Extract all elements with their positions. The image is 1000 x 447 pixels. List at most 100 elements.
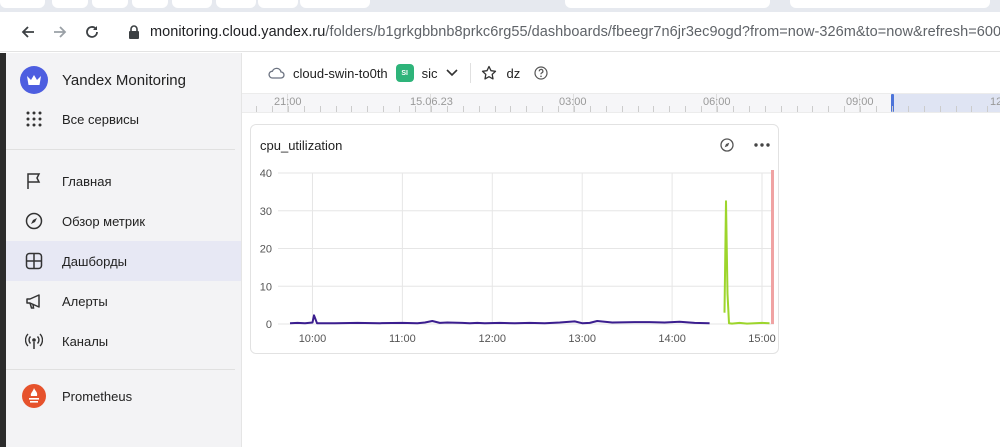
timeline-minor-tick	[367, 106, 368, 112]
browser-tab[interactable]	[0, 0, 45, 8]
reload-icon	[86, 26, 98, 38]
timeline-minor-tick	[558, 106, 559, 112]
sidebar-item-label: Prometheus	[62, 388, 133, 404]
timeline-minor-tick	[971, 106, 972, 112]
broadcast-icon	[22, 329, 46, 353]
browser-tab[interactable]	[300, 0, 370, 8]
x-tick-label: 11:00	[389, 333, 416, 345]
timeline-minor-tick	[479, 106, 480, 112]
prometheus-icon	[22, 384, 46, 408]
timeline-minor-tick	[844, 106, 845, 112]
all-services-button[interactable]: Все сервисы	[6, 99, 241, 139]
crown-logo-icon	[20, 66, 48, 94]
timeline-minor-tick	[876, 106, 877, 112]
url-field[interactable]: monitoring.cloud.yandex.ru/folders/b1grk…	[128, 20, 1000, 44]
timeline-minor-tick	[685, 106, 686, 112]
time-navigator[interactable]: 21:00 15.06.23 03:00 06:00 09:00 12	[242, 93, 1000, 113]
timeline-minor-tick	[336, 106, 337, 112]
explore-compass-icon[interactable]	[716, 134, 738, 156]
timeline-minor-tick	[542, 106, 543, 112]
url-host: monitoring.cloud.yandex.ru	[150, 24, 326, 40]
browser-tab[interactable]	[565, 0, 770, 8]
chart-widget: cpu_utilization 0 10 20 30 40 10:00 11:00 12:00…	[250, 124, 779, 354]
cloud-name: cloud-swin-to0th	[293, 65, 388, 81]
y-tick-label: 20	[260, 244, 272, 256]
timeline-minor-tick	[622, 106, 623, 112]
timeline-label: 12	[990, 96, 1000, 108]
window-edge	[0, 53, 6, 447]
timeline-minor-tick	[272, 106, 273, 112]
timeline-minor-tick	[653, 106, 654, 112]
timeline-minor-tick	[749, 106, 750, 112]
compass-icon	[22, 209, 46, 233]
more-menu-icon[interactable]	[751, 134, 773, 156]
sidebar-divider	[6, 149, 235, 150]
timeline-minor-tick	[733, 106, 734, 112]
browser-tab[interactable]	[92, 0, 128, 8]
megaphone-icon	[22, 289, 46, 313]
timeline-minor-tick	[431, 106, 432, 112]
sidebar-item-prometheus[interactable]: Prometheus	[6, 376, 241, 416]
timeline-minor-tick	[526, 106, 527, 112]
forward-button[interactable]	[48, 20, 72, 44]
timeline-minor-tick	[860, 106, 861, 112]
brand[interactable]: Yandex Monitoring	[20, 66, 186, 94]
timeline-minor-tick	[383, 106, 384, 112]
timeline-minor-tick	[940, 106, 941, 112]
lock-icon	[128, 25, 140, 39]
header-divider	[469, 63, 471, 83]
browser-tab[interactable]	[132, 0, 168, 8]
timeline-minor-tick	[812, 106, 813, 112]
sidebar: Yandex Monitoring Все сервисы Главная Об…	[0, 53, 242, 447]
breadcrumb-cloud[interactable]: cloud-swin-to0th	[268, 66, 388, 81]
series-line-1	[723, 200, 770, 325]
x-tick-label: 14:00	[658, 333, 686, 345]
timeline-minor-tick	[351, 106, 352, 112]
browser-tab[interactable]	[216, 0, 256, 8]
sidebar-item-channels[interactable]: Каналы	[6, 321, 241, 361]
browser-tab[interactable]	[52, 0, 88, 8]
browser-tab[interactable]	[172, 0, 212, 8]
sidebar-item-alerts[interactable]: Алерты	[6, 281, 241, 321]
browser-tab[interactable]	[790, 0, 990, 8]
sidebar-item-label: Главная	[62, 173, 112, 189]
x-tick-label: 13:00	[568, 333, 596, 345]
timeline-minor-tick	[765, 106, 766, 112]
timeline-minor-tick	[495, 106, 496, 112]
timeline-minor-tick	[415, 106, 416, 112]
sidebar-item-label: Дашборды	[62, 253, 127, 269]
dashboard-canvas: cpu_utilization 0 10 20 30 40 10:00 11:00 12:00…	[242, 114, 1000, 447]
timeline-minor-tick	[669, 106, 670, 112]
sidebar-item-metrics[interactable]: Обзор метрик	[6, 201, 241, 241]
back-button[interactable]	[16, 20, 40, 44]
timeline-minor-tick	[510, 106, 511, 112]
dashboard-header: cloud-swin-to0th SI sic dz	[242, 53, 1000, 93]
folder-name: sic	[421, 65, 438, 81]
x-tick-label: 15:00	[748, 333, 776, 345]
browser-tab-strip	[0, 0, 1000, 12]
dashboard-grid-icon	[22, 249, 46, 273]
sidebar-item-dashboards[interactable]: Дашборды	[6, 241, 241, 281]
star-icon[interactable]	[481, 65, 497, 81]
sidebar-item-home[interactable]: Главная	[6, 161, 241, 201]
timeline-minor-tick	[797, 106, 798, 112]
timeline-minor-tick	[908, 106, 909, 112]
x-tick-label: 10:00	[299, 333, 327, 345]
timeline-minor-tick	[638, 106, 639, 112]
flag-icon	[22, 169, 46, 193]
y-tick-label: 0	[266, 319, 272, 331]
brand-name: Yandex Monitoring	[62, 71, 186, 89]
help-icon[interactable]	[534, 66, 548, 80]
browser-tab[interactable]	[258, 0, 298, 8]
grid-dots-icon	[22, 107, 46, 131]
series-line-0	[289, 314, 710, 325]
timeline-minor-tick	[574, 106, 575, 112]
breadcrumb-folder[interactable]: SI sic	[395, 64, 458, 82]
timeline-minor-tick	[987, 106, 988, 112]
timeline-minor-tick	[304, 106, 305, 112]
y-tick-label: 10	[260, 281, 272, 293]
reload-button[interactable]	[80, 20, 104, 44]
cpu-utilization-chart[interactable]: 0 10 20 30 40 10:00 11:00 12:00 13:00 14:00 15:00	[251, 161, 780, 355]
arrow-right-icon	[54, 26, 67, 38]
timeline-minor-tick	[463, 106, 464, 112]
